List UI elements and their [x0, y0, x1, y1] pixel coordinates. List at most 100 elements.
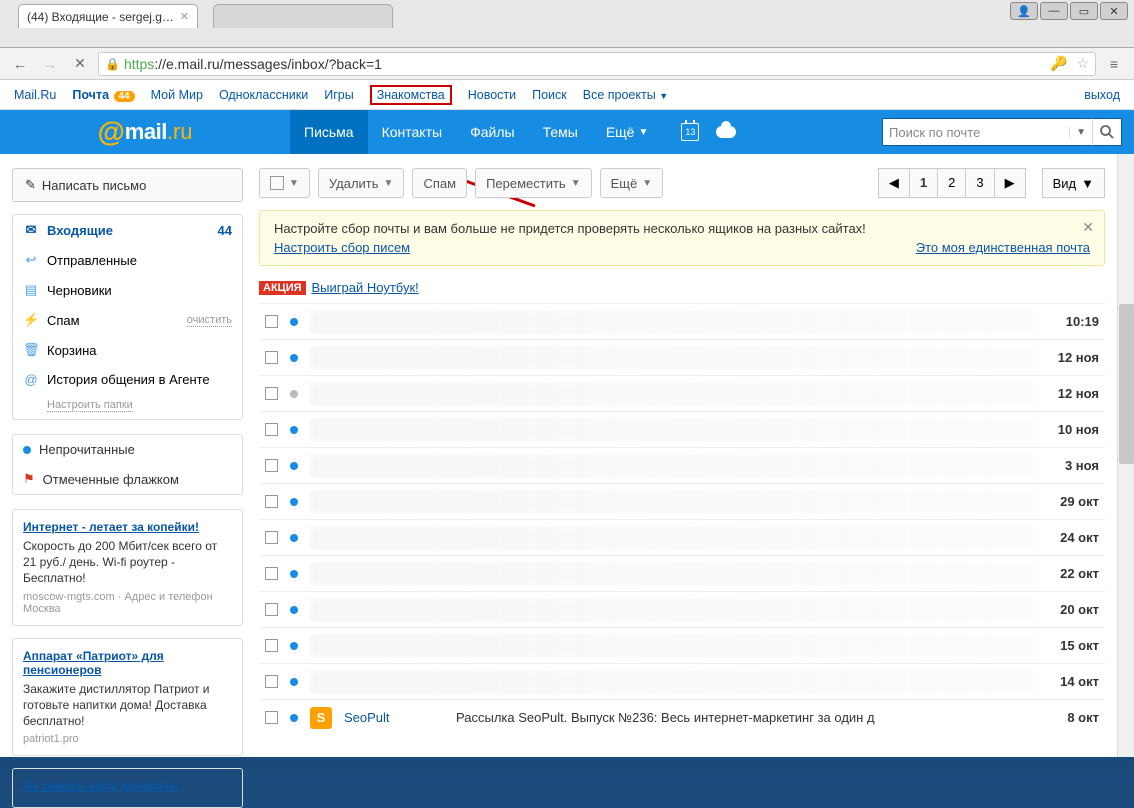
- back-button[interactable]: ←: [8, 52, 32, 76]
- delete-button[interactable]: Удалить▼: [318, 168, 405, 198]
- topnav-mailru[interactable]: Mail.Ru: [14, 88, 56, 102]
- cloud-icon: [716, 126, 736, 138]
- folder-item[interactable]: ⚡Спамочистить: [13, 305, 242, 335]
- page-3-button[interactable]: 3: [965, 168, 994, 198]
- view-button[interactable]: Вид▼: [1042, 168, 1105, 198]
- ad-title-link[interactable]: Не знаешь кому доверить: [23, 779, 232, 793]
- filter-item[interactable]: ⚑Отмеченные флажком: [13, 464, 242, 494]
- maximize-button[interactable]: ▭: [1070, 2, 1098, 20]
- notice-configure-link[interactable]: Настроить сбор писем: [274, 240, 410, 255]
- reload-button[interactable]: ✕: [68, 52, 92, 76]
- more-button[interactable]: Ещё▼: [600, 168, 664, 198]
- page-1-button[interactable]: 1: [909, 168, 938, 198]
- message-row[interactable]: 22 окт: [259, 555, 1105, 591]
- message-row[interactable]: 20 окт: [259, 591, 1105, 627]
- tab-more[interactable]: Ещё▼: [592, 110, 663, 154]
- folder-item[interactable]: @История общения в Агенте: [13, 365, 242, 394]
- topnav-moymir[interactable]: Мой Мир: [151, 88, 203, 102]
- scrollbar-thumb[interactable]: [1119, 304, 1134, 464]
- promo-link[interactable]: Выиграй Ноутбук!: [312, 280, 419, 295]
- toolbar: ▼ Удалить▼ Спам Переместить▼ Ещё▼ ◀ 1 2 …: [259, 168, 1105, 198]
- browser-tab-active[interactable]: (44) Входящие - sergej.g… ✕: [18, 4, 198, 28]
- message-row[interactable]: 15 окт: [259, 627, 1105, 663]
- forward-button[interactable]: →: [38, 52, 62, 76]
- topnav-news[interactable]: Новости: [468, 88, 516, 102]
- topnav-odnoklassniki[interactable]: Одноклассники: [219, 88, 308, 102]
- compose-button[interactable]: ✎ Написать письмо: [12, 168, 243, 202]
- message-checkbox[interactable]: [265, 315, 278, 328]
- page-next-button[interactable]: ▶: [994, 168, 1026, 198]
- bookmark-star-icon[interactable]: ☆: [1076, 55, 1089, 72]
- ad-text: Скорость до 200 Мбит/сек всего от 21 руб…: [23, 538, 232, 587]
- configure-folders-link[interactable]: Настроить папки: [47, 399, 133, 412]
- ad-block: Аппарат «Патриот» для пенсионеровЗакажит…: [12, 638, 243, 757]
- search-button[interactable]: [1092, 118, 1122, 146]
- message-checkbox[interactable]: [265, 567, 278, 580]
- notice-close-icon[interactable]: ✕: [1082, 219, 1094, 236]
- message-checkbox[interactable]: [265, 459, 278, 472]
- message-row[interactable]: 29 окт: [259, 483, 1105, 519]
- message-time: 15 окт: [1049, 638, 1099, 653]
- topnav-all-projects[interactable]: Все проекты ▼: [583, 88, 668, 102]
- message-checkbox[interactable]: [265, 603, 278, 616]
- page-prev-button[interactable]: ◀: [878, 168, 910, 198]
- tab-close-icon[interactable]: ✕: [180, 10, 189, 23]
- message-row[interactable]: 14 окт: [259, 663, 1105, 699]
- folder-item[interactable]: ▤Черновики: [13, 275, 242, 305]
- logo[interactable]: @mail.ru: [0, 116, 290, 148]
- filter-item[interactable]: Непрочитанные: [13, 435, 242, 464]
- tab-letters[interactable]: Письма: [290, 110, 368, 154]
- move-button[interactable]: Переместить▼: [475, 168, 592, 198]
- calendar-icon: 13: [681, 123, 699, 141]
- tab-contacts[interactable]: Контакты: [368, 110, 456, 154]
- message-row[interactable]: 10 ноя: [259, 411, 1105, 447]
- search-dropdown-icon[interactable]: ▼: [1069, 127, 1086, 138]
- message-checkbox[interactable]: [265, 495, 278, 508]
- message-checkbox[interactable]: [265, 711, 278, 724]
- url-input[interactable]: 🔒 https://e.mail.ru/messages/inbox/?back…: [98, 52, 1096, 76]
- page-2-button[interactable]: 2: [937, 168, 966, 198]
- select-all-checkbox[interactable]: ▼: [259, 168, 310, 198]
- message-checkbox[interactable]: [265, 639, 278, 652]
- cloud-button[interactable]: [708, 126, 744, 138]
- message-checkbox[interactable]: [265, 351, 278, 364]
- message-checkbox[interactable]: [265, 531, 278, 544]
- message-row[interactable]: S SeoPult Рассылка SeoPult. Выпуск №236:…: [259, 699, 1105, 735]
- topnav-games[interactable]: Игры: [324, 88, 353, 102]
- message-row[interactable]: 10:19: [259, 303, 1105, 339]
- folder-item[interactable]: ✉Входящие44: [13, 215, 242, 245]
- message-row[interactable]: 12 ноя: [259, 375, 1105, 411]
- browser-tab-inactive[interactable]: [213, 4, 393, 28]
- minimize-button[interactable]: —: [1040, 2, 1068, 20]
- scrollbar-track[interactable]: [1117, 154, 1134, 757]
- topnav-dating[interactable]: Знакомства: [370, 88, 452, 102]
- search-input[interactable]: Поиск по почте ▼: [882, 118, 1092, 146]
- close-window-button[interactable]: ✕: [1100, 2, 1128, 20]
- topnav-mail[interactable]: Почта 44: [72, 88, 134, 102]
- topnav-search[interactable]: Поиск: [532, 88, 567, 102]
- folder-item[interactable]: ↩Отправленные: [13, 245, 242, 275]
- folder-clear-link[interactable]: очистить: [187, 314, 232, 327]
- spam-button[interactable]: Спам: [412, 168, 467, 198]
- message-row[interactable]: 24 окт: [259, 519, 1105, 555]
- message-checkbox[interactable]: [265, 675, 278, 688]
- folder-icon: @: [23, 372, 39, 387]
- message-time: 12 ноя: [1049, 386, 1099, 401]
- key-icon[interactable]: 🔑: [1050, 55, 1067, 72]
- folder-label: Отправленные: [47, 253, 137, 268]
- message-checkbox[interactable]: [265, 423, 278, 436]
- folder-item[interactable]: 🗑Корзина: [13, 335, 242, 365]
- ad-title-link[interactable]: Интернет - летает за копейки!: [23, 520, 232, 534]
- logout-link[interactable]: выход: [1084, 88, 1120, 102]
- message-list: 10:19 12 ноя 12 ноя 10 ноя 3 ноя 29 окт …: [259, 303, 1105, 735]
- browser-menu-button[interactable]: ≡: [1102, 52, 1126, 76]
- ad-title-link[interactable]: Аппарат «Патриот» для пенсионеров: [23, 649, 232, 677]
- notice-only-mail-link[interactable]: Это моя единственная почта: [916, 240, 1090, 255]
- message-checkbox[interactable]: [265, 387, 278, 400]
- sidebar: ✎ Написать письмо ✉Входящие44↩Отправленн…: [0, 154, 255, 757]
- message-row[interactable]: 12 ноя: [259, 339, 1105, 375]
- calendar-button[interactable]: 13: [672, 123, 708, 141]
- message-row[interactable]: 3 ноя: [259, 447, 1105, 483]
- tab-themes[interactable]: Темы: [529, 110, 592, 154]
- tab-files[interactable]: Файлы: [456, 110, 528, 154]
